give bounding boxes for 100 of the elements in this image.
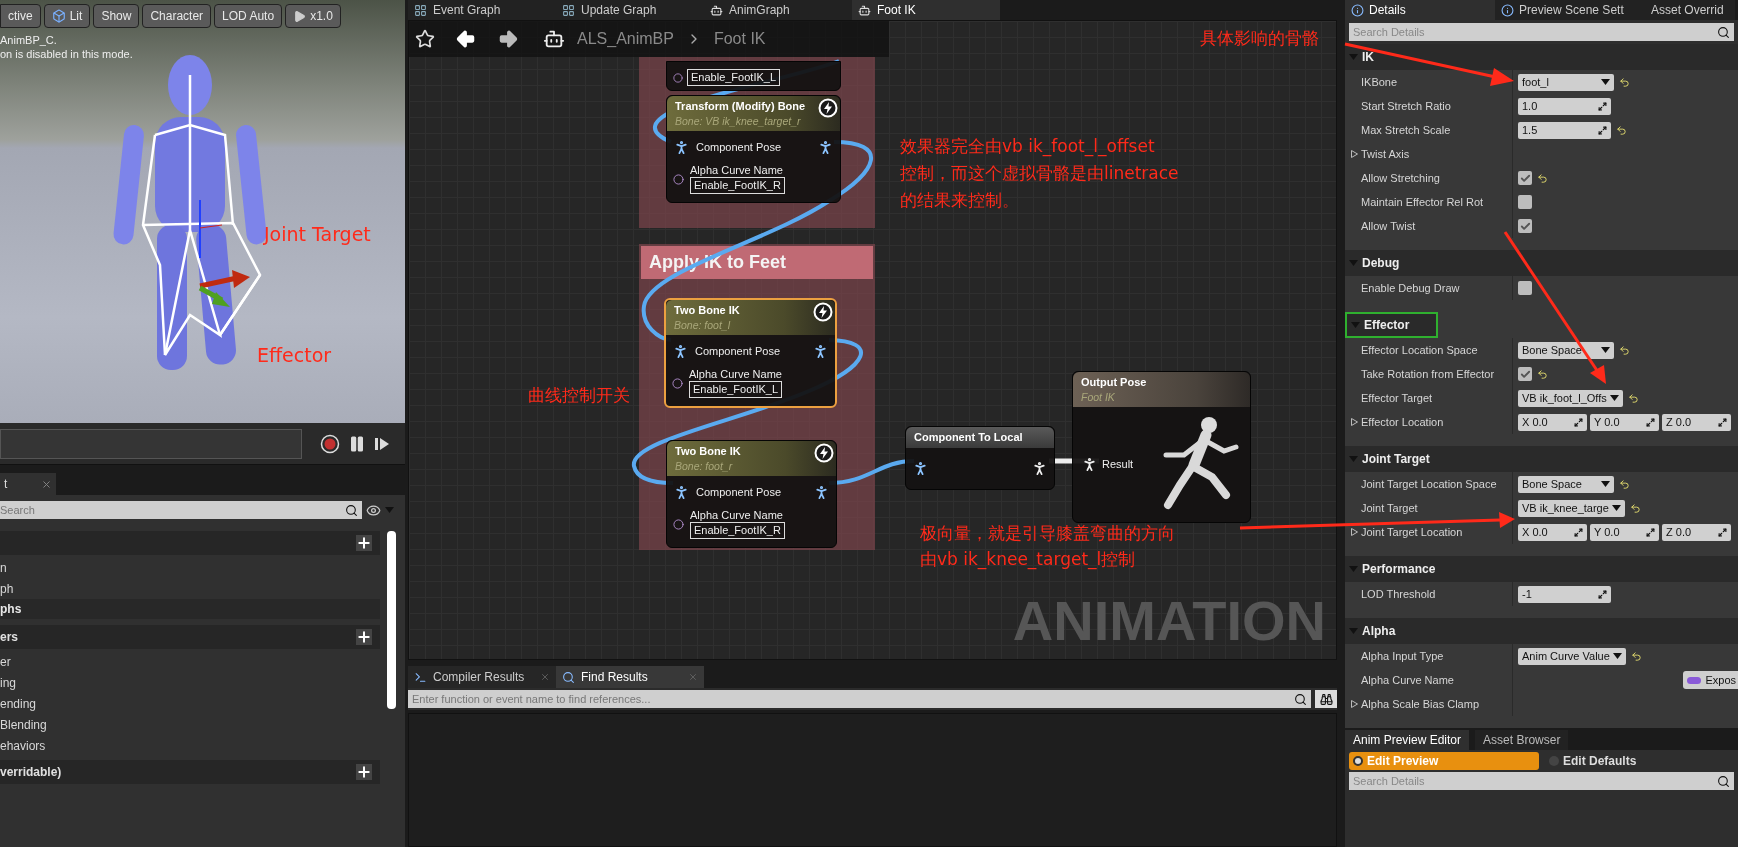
reset-arrow-icon[interactable] [1619, 344, 1630, 356]
list-item[interactable]: ing [0, 674, 380, 691]
checkbox[interactable] [1518, 195, 1532, 209]
pose-pin-icon[interactable] [673, 139, 690, 156]
curve-name-field[interactable]: Enable_FootIK_L [689, 381, 782, 398]
curve-name-field[interactable]: Enable_FootIK_L [687, 69, 780, 86]
category-header[interactable]: verridable) [0, 760, 380, 784]
graph-tab[interactable]: Foot IK [852, 0, 1000, 20]
pause-icon[interactable] [348, 434, 366, 453]
checkbox[interactable] [1518, 281, 1532, 295]
pin-icon[interactable] [673, 72, 683, 83]
comment-box[interactable]: Enable_FootIK_L Transform (Modify) Bone Bone: VB ik_knee_target_r Component Pose Alpha Curve Name Enable_FootIK_R [639, 57, 875, 228]
back-arrow-icon[interactable] [455, 28, 477, 50]
pose-pin-icon[interactable] [1031, 460, 1048, 477]
property-dropdown[interactable]: foot_l [1518, 73, 1614, 91]
details-tab[interactable]: Preview Scene Sett [1495, 0, 1645, 20]
breadcrumb-item[interactable]: ALS_AnimBP [577, 27, 674, 51]
viewport-toolbar-button[interactable]: LOD Auto [214, 4, 283, 28]
section-header[interactable]: Effector [1345, 312, 1438, 338]
list-item[interactable]: ph [0, 580, 380, 597]
pose-pin-icon[interactable] [672, 343, 689, 360]
pin-icon[interactable] [672, 377, 683, 389]
details-tab[interactable]: Details [1345, 0, 1495, 20]
pose-pin-icon[interactable] [673, 484, 690, 501]
viewport-toolbar-button[interactable]: ctive [0, 4, 41, 28]
reset-arrow-icon[interactable] [1537, 368, 1548, 380]
reset-arrow-icon[interactable] [1627, 392, 1639, 404]
number-field[interactable]: 1.5 [1518, 121, 1611, 139]
graph-tab[interactable]: Event Graph [408, 0, 556, 20]
vector-component-field[interactable]: X 0.0 [1518, 523, 1587, 541]
vector-component-field[interactable]: Y 0.0 [1590, 413, 1659, 431]
category-header[interactable]: ers [0, 625, 380, 649]
checkbox[interactable] [1518, 367, 1532, 381]
add-icon[interactable] [356, 629, 372, 645]
curve-name-field[interactable]: Enable_FootIK_R [690, 522, 785, 539]
results-tab[interactable]: Compiler Results [408, 666, 556, 688]
graph-list-item[interactable]: phs [0, 599, 380, 619]
expand-arrow-icon[interactable] [1351, 528, 1358, 536]
expand-arrow-icon[interactable] [1351, 700, 1358, 708]
section-header[interactable]: IK [1345, 44, 1738, 70]
pose-pin-icon[interactable] [817, 139, 834, 156]
pose-pin-icon[interactable] [813, 484, 830, 501]
graph-node[interactable]: Transform (Modify) Bone Bone: VB ik_knee_target_r Component Pose Alpha Curve Name Enable_FootIK_R [666, 95, 841, 203]
expand-arrow-icon[interactable] [1351, 418, 1358, 426]
reset-arrow-icon[interactable] [1630, 650, 1642, 662]
reset-arrow-icon[interactable] [1616, 124, 1627, 136]
visibility-eye-icon[interactable] [366, 502, 381, 518]
reset-arrow-icon[interactable] [1619, 76, 1630, 88]
add-icon[interactable] [356, 764, 372, 780]
reset-arrow-icon[interactable] [1629, 502, 1641, 514]
find-binoculars-button[interactable] [1315, 690, 1337, 708]
graph-canvas[interactable] [408, 20, 1337, 660]
property-dropdown[interactable]: Anim Curve Value [1518, 647, 1626, 665]
vector-component-field[interactable]: Y 0.0 [1590, 523, 1659, 541]
results-tab[interactable]: Find Results [556, 666, 704, 688]
pose-pin-icon[interactable] [1081, 456, 1098, 473]
pin-icon[interactable] [673, 173, 684, 185]
viewport-toolbar-button[interactable]: Character [142, 4, 212, 28]
checkbox[interactable] [1518, 171, 1532, 185]
list-item[interactable]: Blending [0, 716, 380, 733]
timeline-track[interactable] [0, 428, 302, 459]
panel-tab[interactable]: t [0, 473, 56, 495]
edit-mode-toggle[interactable]: Edit Defaults [1545, 752, 1641, 770]
vector-component-field[interactable]: X 0.0 [1518, 413, 1587, 431]
graph-node[interactable]: Two Bone IK Bone: foot_l Component Pose Alpha Curve Name Enable_FootIK_L [664, 298, 837, 408]
vector-component-field[interactable]: Z 0.0 [1662, 523, 1731, 541]
number-field[interactable]: -1 [1518, 585, 1611, 603]
property-dropdown[interactable]: VB ik_foot_l_Offs [1518, 389, 1623, 407]
graph-node[interactable]: Enable_FootIK_L [666, 61, 841, 91]
preview-tab[interactable]: Anim Preview Editor [1345, 730, 1470, 750]
section-header[interactable]: Joint Target [1345, 446, 1738, 472]
preview-tab[interactable]: Asset Browser [1475, 730, 1569, 750]
breadcrumb-item[interactable]: Foot IK [713, 27, 766, 51]
pin-icon[interactable] [673, 518, 684, 530]
details-tab[interactable]: Asset Overrid [1645, 0, 1735, 20]
reset-arrow-icon[interactable] [1619, 478, 1630, 490]
graph-node[interactable]: Two Bone IK Bone: foot_r Component Pose Alpha Curve Name Enable_FootIK_R [666, 440, 837, 548]
list-item[interactable]: ehaviors [0, 737, 380, 754]
list-item[interactable]: er [0, 653, 380, 670]
favorite-star-icon[interactable] [415, 29, 435, 49]
section-header[interactable]: Debug [1345, 250, 1738, 276]
pose-pin-icon[interactable] [912, 460, 929, 477]
viewport-toolbar-button[interactable]: Lit [43, 4, 91, 28]
reset-arrow-icon[interactable] [1537, 172, 1548, 184]
scrollbar[interactable] [387, 531, 396, 709]
graph-node[interactable]: Output Pose Foot IK Result [1072, 371, 1251, 523]
record-icon[interactable] [320, 433, 340, 454]
add-icon[interactable] [356, 535, 372, 551]
close-icon[interactable] [41, 478, 52, 490]
property-dropdown[interactable]: Bone Space [1518, 341, 1614, 359]
graph-tab[interactable]: AnimGraph [704, 0, 852, 20]
viewport-toolbar-button[interactable]: Show [93, 4, 140, 28]
property-dropdown[interactable]: Bone Space [1518, 475, 1614, 493]
viewport-toolbar-button[interactable]: x1.0 [285, 4, 341, 28]
section-header[interactable]: Alpha [1345, 618, 1738, 644]
pose-pin-icon[interactable] [812, 343, 829, 360]
expose-pin-button[interactable]: Expos [1683, 671, 1738, 689]
curve-name-field[interactable]: Enable_FootIK_R [690, 177, 785, 194]
graph-node[interactable]: Component To Local [905, 426, 1055, 490]
expand-arrow-icon[interactable] [1351, 150, 1358, 158]
